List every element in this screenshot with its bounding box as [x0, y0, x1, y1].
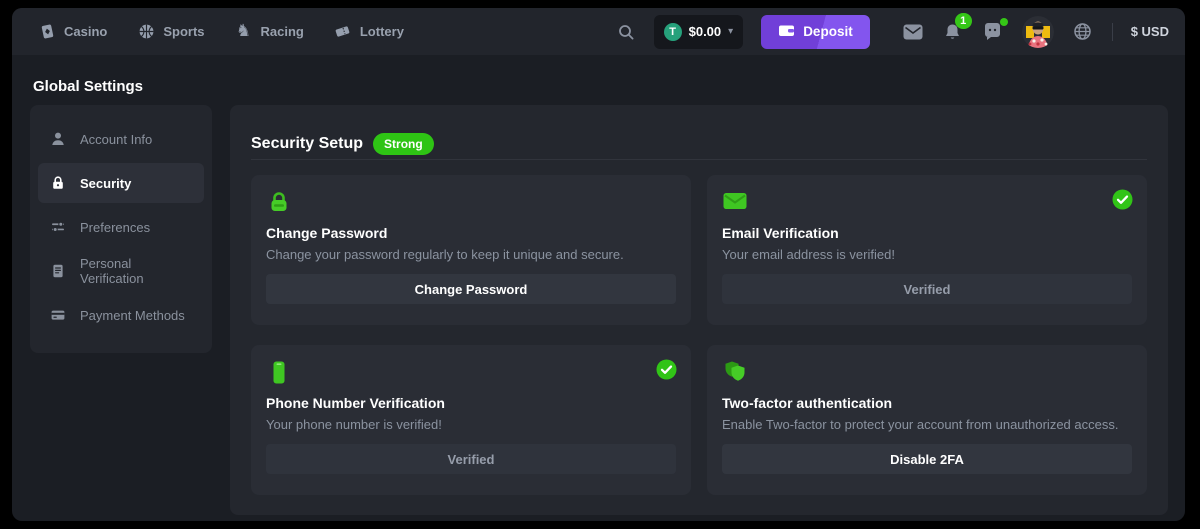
email-verification-card: Email Verification Your email address is…: [707, 175, 1147, 325]
change-password-card: Change Password Change your password reg…: [251, 175, 691, 325]
change-password-button[interactable]: Change Password: [266, 274, 676, 304]
sidebar-item-payment-methods[interactable]: Payment Methods: [38, 295, 204, 335]
disable-2fa-button[interactable]: Disable 2FA: [722, 444, 1132, 474]
lottery-ticket-icon: [334, 23, 352, 41]
two-factor-card: Two-factor authentication Enable Two-fac…: [707, 345, 1147, 495]
nav-label: Sports: [163, 24, 204, 39]
nav-label: Lottery: [360, 24, 404, 39]
nav-item-lottery[interactable]: Lottery: [334, 23, 404, 41]
nav-label: Racing: [261, 24, 304, 39]
card-description: Change your password regularly to keep i…: [266, 247, 676, 262]
verified-check-icon: [656, 359, 677, 385]
page-title: Global Settings: [33, 78, 143, 95]
credit-card-icon: [50, 307, 66, 323]
nav-item-casino[interactable]: Casino: [38, 23, 107, 41]
card-title: Email Verification: [722, 225, 1132, 241]
notification-count-badge: 1: [955, 13, 972, 29]
navbar-actions: T $0.00 ▾ Deposit 1: [616, 15, 1169, 49]
sidebar-item-preferences[interactable]: Preferences: [38, 207, 204, 247]
panel-title: Security Setup: [251, 135, 363, 153]
chat-online-dot: [1000, 18, 1008, 26]
tether-coin-icon: T: [664, 23, 682, 41]
security-strength-badge: Strong: [373, 133, 434, 155]
card-description: Your email address is verified!: [722, 247, 1132, 262]
nav-item-sports[interactable]: Sports: [137, 23, 204, 41]
settings-sidebar: Account Info Security Preferences Person…: [30, 105, 212, 353]
sidebar-item-account-info[interactable]: Account Info: [38, 119, 204, 159]
sidebar-item-personal-verification[interactable]: Personal Verification: [38, 251, 204, 291]
phone-verification-card: Phone Number Verification Your phone num…: [251, 345, 691, 495]
email-verified-button[interactable]: Verified: [722, 274, 1132, 304]
navbar-divider: [1112, 23, 1113, 41]
card-description: Enable Two-factor to protect your accoun…: [722, 417, 1132, 432]
sidebar-item-label: Security: [80, 176, 131, 191]
top-navbar: Casino Sports ♞ Racing Lottery: [12, 8, 1185, 55]
phone-verified-button[interactable]: Verified: [266, 444, 676, 474]
card-title: Phone Number Verification: [266, 395, 676, 411]
nav-item-racing[interactable]: ♞ Racing: [235, 23, 304, 41]
sidebar-item-label: Preferences: [80, 220, 150, 235]
primary-nav: Casino Sports ♞ Racing Lottery: [38, 23, 404, 41]
nav-label: Casino: [64, 24, 107, 39]
wallet-balance-dropdown[interactable]: T $0.00 ▾: [654, 15, 744, 49]
document-icon: [50, 263, 66, 279]
lock-icon: [50, 175, 66, 191]
basketball-icon: [137, 23, 155, 41]
deposit-label: Deposit: [803, 24, 853, 39]
card-title: Change Password: [266, 225, 676, 241]
padlock-green-icon: [266, 190, 676, 216]
security-cards-grid: Change Password Change your password reg…: [251, 175, 1147, 495]
verified-check-icon: [1112, 189, 1133, 215]
app-window: Casino Sports ♞ Racing Lottery: [12, 8, 1185, 521]
sidebar-item-security[interactable]: Security: [38, 163, 204, 203]
sidebar-item-label: Payment Methods: [80, 308, 185, 323]
messages-icon[interactable]: [902, 21, 924, 43]
envelope-green-icon: [722, 190, 1132, 216]
phone-green-icon: [266, 360, 676, 386]
security-setup-panel: Security Setup Strong Change Password Ch…: [230, 105, 1168, 515]
deposit-button[interactable]: Deposit: [761, 15, 870, 49]
casino-cards-icon: [38, 23, 56, 41]
notifications-bell-icon[interactable]: 1: [942, 21, 964, 43]
sidebar-item-label: Account Info: [80, 132, 152, 147]
user-avatar[interactable]: [1022, 16, 1054, 48]
card-description: Your phone number is verified!: [266, 417, 676, 432]
chevron-down-icon: ▾: [728, 26, 733, 37]
currency-selector[interactable]: $ USD: [1131, 24, 1169, 39]
panel-header: Security Setup Strong: [251, 105, 1147, 160]
sliders-icon: [50, 219, 66, 235]
balance-amount: $0.00: [689, 24, 722, 39]
chat-icon[interactable]: [982, 21, 1004, 43]
wallet-icon: [778, 23, 795, 41]
card-title: Two-factor authentication: [722, 395, 1132, 411]
language-globe-icon[interactable]: [1072, 21, 1094, 43]
sidebar-item-label: Personal Verification: [80, 256, 192, 286]
user-icon: [50, 131, 66, 147]
double-shield-green-icon: [722, 360, 1132, 386]
horse-racing-icon: ♞: [235, 23, 253, 41]
search-icon[interactable]: [616, 22, 636, 42]
